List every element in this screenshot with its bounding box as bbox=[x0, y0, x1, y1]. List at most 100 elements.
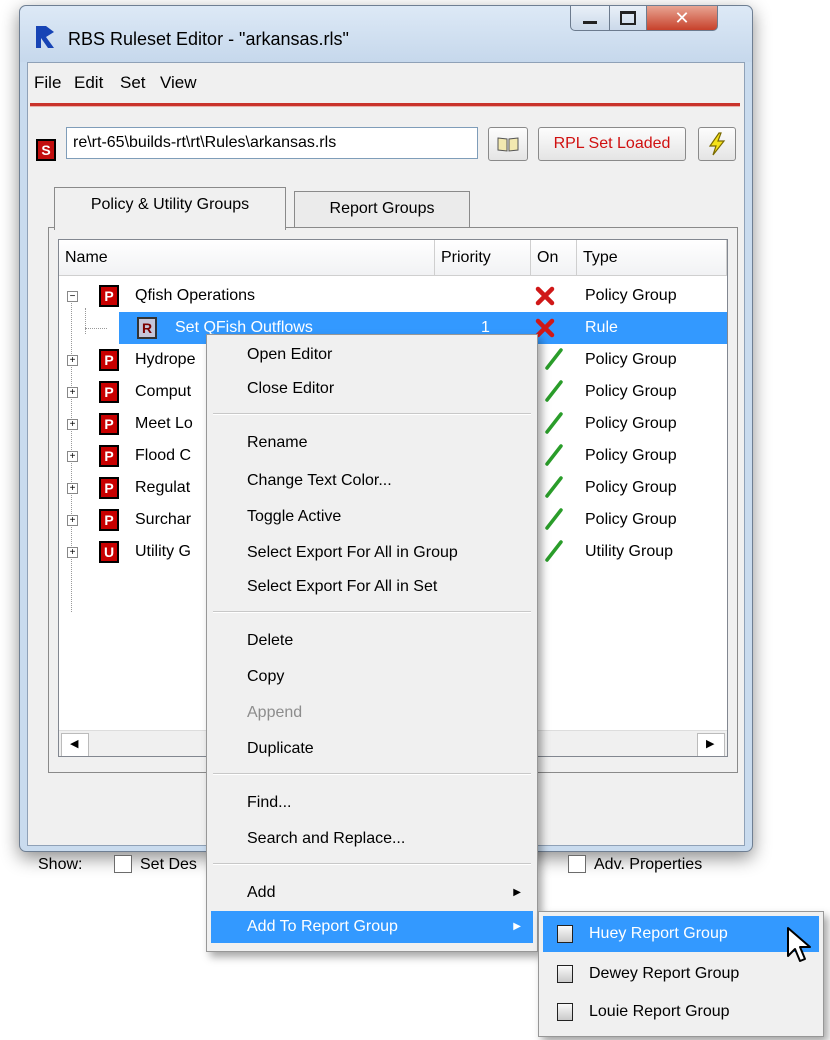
scroll-left-button[interactable]: ◀ bbox=[61, 733, 89, 756]
menu-separator bbox=[213, 413, 531, 415]
menu-item-close-editor[interactable]: Close Editor bbox=[211, 373, 533, 405]
submenu-arrow-icon: ▶ bbox=[513, 921, 521, 932]
submenu-item-dewey[interactable]: Dewey Report Group bbox=[543, 956, 819, 992]
menu-item-label: Open Editor bbox=[247, 346, 333, 363]
arrow-right-icon: ▶ bbox=[706, 738, 715, 750]
active-check-icon[interactable] bbox=[545, 476, 563, 500]
menu-item-copy[interactable]: Copy bbox=[211, 661, 533, 693]
menu-separator bbox=[213, 863, 531, 865]
menu-item-duplicate[interactable]: Duplicate bbox=[211, 733, 533, 765]
expand-icon[interactable]: + bbox=[67, 515, 78, 526]
policy-group-icon: P bbox=[99, 413, 119, 435]
row-name: Regulat bbox=[135, 479, 191, 496]
row-type: Rule bbox=[585, 319, 618, 336]
submenu-item-huey[interactable]: Huey Report Group bbox=[543, 916, 819, 952]
menu-view[interactable]: View bbox=[160, 73, 197, 93]
tree-guide-line bbox=[85, 328, 107, 329]
menu-item-find[interactable]: Find... bbox=[211, 787, 533, 819]
column-on[interactable]: On bbox=[531, 240, 577, 276]
menu-item-delete[interactable]: Delete bbox=[211, 625, 533, 657]
menu-item-label: Search and Replace... bbox=[247, 830, 406, 847]
menu-file[interactable]: File bbox=[34, 73, 61, 93]
menu-separator bbox=[213, 773, 531, 775]
menu-item-rename[interactable]: Rename bbox=[211, 427, 533, 459]
active-check-icon[interactable] bbox=[545, 380, 563, 404]
active-check-icon[interactable] bbox=[545, 508, 563, 532]
tab-policy-utility-groups[interactable]: Policy & Utility Groups bbox=[54, 187, 286, 230]
report-group-icon bbox=[557, 925, 573, 943]
window-title: RBS Ruleset Editor - "arkansas.rls" bbox=[68, 29, 349, 49]
menu-edit[interactable]: Edit bbox=[74, 73, 103, 93]
column-type[interactable]: Type bbox=[577, 240, 727, 276]
close-button[interactable]: ✕ bbox=[646, 6, 718, 31]
row-type: Policy Group bbox=[585, 447, 677, 464]
column-priority[interactable]: Priority bbox=[435, 240, 531, 276]
menu-item-open-editor[interactable]: Open Editor bbox=[211, 339, 533, 371]
policy-group-icon: P bbox=[99, 381, 119, 403]
table-row[interactable]: − P Qfish Operations Policy Group bbox=[59, 280, 727, 312]
column-name[interactable]: Name bbox=[59, 240, 435, 276]
scroll-right-button[interactable]: ▶ bbox=[697, 733, 725, 756]
set-description-label: Set Des bbox=[140, 856, 197, 873]
expand-icon[interactable]: + bbox=[67, 387, 78, 398]
menu-item-select-export-group[interactable]: Select Export For All in Group bbox=[211, 537, 533, 569]
maximize-icon bbox=[620, 11, 636, 25]
rpl-set-loaded-button[interactable]: RPL Set Loaded bbox=[538, 127, 686, 161]
submenu-item-label: Huey Report Group bbox=[589, 925, 728, 942]
submenu-item-label: Dewey Report Group bbox=[589, 965, 740, 982]
policy-group-icon: P bbox=[99, 509, 119, 531]
menu-item-label: Close Editor bbox=[247, 380, 335, 397]
mouse-pointer-icon bbox=[787, 927, 811, 962]
active-check-icon[interactable] bbox=[545, 444, 563, 468]
tab-report-groups[interactable]: Report Groups bbox=[294, 191, 470, 228]
utility-group-icon: U bbox=[99, 541, 119, 563]
row-name: Hydrope bbox=[135, 351, 196, 368]
menu-item-add[interactable]: Add ▶ bbox=[211, 877, 533, 909]
expand-icon[interactable]: + bbox=[67, 419, 78, 430]
book-icon bbox=[497, 137, 519, 152]
menu-item-search-replace[interactable]: Search and Replace... bbox=[211, 823, 533, 855]
title-bar[interactable]: RBS Ruleset Editor - "arkansas.rls" ✕ bbox=[20, 6, 752, 62]
close-icon: ✕ bbox=[674, 7, 690, 28]
inactive-x-icon[interactable] bbox=[535, 286, 555, 306]
row-name: Surchar bbox=[135, 511, 192, 528]
menu-item-label: Duplicate bbox=[247, 740, 314, 757]
row-type: Policy Group bbox=[585, 383, 677, 400]
menu-item-add-to-report-group[interactable]: Add To Report Group ▶ bbox=[211, 911, 533, 943]
menu-item-select-export-set[interactable]: Select Export For All in Set bbox=[211, 571, 533, 603]
run-button[interactable] bbox=[698, 127, 736, 161]
minimize-button[interactable] bbox=[570, 6, 610, 31]
menu-item-label: Find... bbox=[247, 794, 292, 811]
adv-properties-checkbox[interactable] bbox=[568, 855, 586, 873]
show-label: Show: bbox=[38, 856, 83, 873]
collapse-icon[interactable]: − bbox=[67, 291, 78, 302]
inactive-x-icon[interactable] bbox=[535, 318, 555, 338]
active-check-icon[interactable] bbox=[545, 348, 563, 372]
report-group-icon bbox=[557, 1003, 573, 1021]
row-type: Policy Group bbox=[585, 511, 677, 528]
open-book-button[interactable] bbox=[488, 127, 528, 161]
active-check-icon[interactable] bbox=[545, 540, 563, 564]
menu-item-toggle-active[interactable]: Toggle Active bbox=[211, 501, 533, 533]
set-description-checkbox[interactable] bbox=[114, 855, 132, 873]
expand-icon[interactable]: + bbox=[67, 547, 78, 558]
row-name: Comput bbox=[135, 383, 192, 400]
expand-icon[interactable]: + bbox=[67, 451, 78, 462]
set-icon: S bbox=[36, 139, 56, 161]
ruleset-path-field[interactable]: re\rt-65\builds-rt\rt\Rules\arkansas.rls bbox=[66, 127, 478, 159]
submenu-arrow-icon: ▶ bbox=[513, 887, 521, 898]
report-group-icon bbox=[557, 965, 573, 983]
maximize-button[interactable] bbox=[609, 6, 647, 31]
submenu-item-louie[interactable]: Louie Report Group bbox=[543, 994, 819, 1030]
expand-icon[interactable]: + bbox=[67, 355, 78, 366]
menu-item-append: Append bbox=[211, 697, 533, 729]
menu-item-label: Select Export For All in Set bbox=[247, 578, 438, 595]
menu-item-label: Delete bbox=[247, 632, 294, 649]
menu-item-change-text-color[interactable]: Change Text Color... bbox=[211, 465, 533, 497]
minimize-icon bbox=[583, 20, 597, 24]
active-check-icon[interactable] bbox=[545, 412, 563, 436]
menu-item-label: Append bbox=[247, 704, 303, 721]
expand-icon[interactable]: + bbox=[67, 483, 78, 494]
row-name: Meet Lo bbox=[135, 415, 193, 432]
menu-set[interactable]: Set bbox=[120, 73, 146, 93]
